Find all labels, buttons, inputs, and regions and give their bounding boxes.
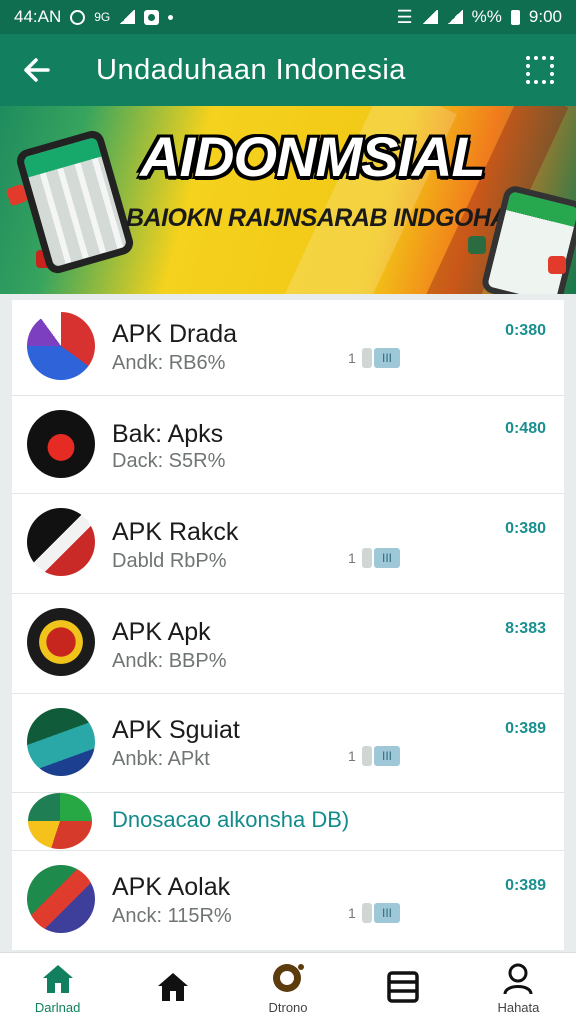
download-count: 1 [348,748,356,764]
app-size: 0:480 [505,420,546,437]
app-size: 0:389 [505,877,546,894]
phone-illustration [14,128,136,276]
download-count: 1 [348,905,356,921]
app-name: Bak: Apks [112,420,224,448]
app-subtitle: Anbk: APkt [112,748,210,770]
app-drada-icon [27,312,95,380]
wifi-icon: ☰ [396,6,413,27]
promo-banner[interactable]: AIDONMSIAL BAIOKN RAIJNSARAB INDGOHAI [0,106,576,294]
download-badge: III [374,348,400,368]
battery-icon [510,9,520,25]
app-subtitle: Dabld RbP% [112,550,227,572]
battery-text: %% [471,7,502,26]
app-bak-icon [27,410,95,478]
store-icon [157,972,188,1001]
app-name: APK Aolak [112,873,231,901]
app-size: 0:389 [505,720,546,737]
app-bar: Undaduhaan Indonesia [0,34,576,106]
banner-subtitle: BAIOKN RAIJNSARAB INDGOHAI [126,204,515,232]
app-sguiat-icon [27,708,95,776]
dot-icon [168,14,174,20]
nav-item-profile[interactable]: Hahata [461,953,576,1024]
app-subtitle: Andk: BBP% [112,650,227,672]
download-icon [362,903,372,923]
promo-link-text: Dnosacao alkonsha DB) [112,807,350,832]
grid-menu-button[interactable] [526,56,554,84]
sticker-icon [548,256,566,274]
back-button[interactable] [0,34,72,106]
chat-icon [273,964,304,992]
app-aolak-icon [27,865,95,933]
app-name: APK Drada [112,320,238,348]
app-list: APK Drada Andk: RB6% 1 III 0:380 Bak: Ap… [12,300,564,950]
download-icon [362,548,372,568]
profile-icon [503,963,533,995]
alarm-icon [70,9,86,25]
list-item[interactable]: APK Apk Andk: BBP% 8:383 [12,594,564,694]
download-icon [362,746,372,766]
promo-list-item[interactable]: Dnosacao alkonsha DB) [12,793,564,851]
list-item[interactable]: APK Rakck Dabld RbP% 1 III 0:380 [12,494,564,594]
list-item[interactable]: APK Aolak Anck: 115R% 1 III 0:389 [12,851,564,950]
nav-label-home: Darlnad [34,1000,81,1015]
camera-notification-icon [144,9,160,25]
nav-label-profile: Hahata [497,1000,540,1015]
download-count: 1 [348,350,356,366]
nav-item-store[interactable] [115,953,230,1024]
download-badge: III [374,746,400,766]
app-name: APK Apk [112,618,211,646]
home-icon [42,965,73,993]
app-size: 0:380 [505,520,546,537]
banner-headline: AIDONMSIAL [140,125,486,188]
download-count: 1 [348,550,356,566]
bottom-navigation: Darlnad Dtrono Hahata [0,952,576,1024]
app-subtitle: Dack: S5R% [112,450,226,472]
nav-label-chat: Dtrono [268,1000,308,1015]
status-time-right: 9:00 [528,7,562,26]
sticker-icon [468,236,486,254]
list-item[interactable]: Bak: Apks Dack: S5R% 0:480 [12,396,564,494]
app-subtitle: Anck: 115R% [112,905,232,927]
nav-item-chat[interactable]: Dtrono [230,953,345,1024]
nav-item-home[interactable]: Darlnad [0,953,115,1024]
back-arrow-icon [24,58,50,82]
list-icon [387,970,419,1003]
cell-signal-2-icon [446,10,463,24]
promo-app-icon [28,793,92,849]
list-item[interactable]: APK Sguiat Anbk: APkt 1 III 0:389 [12,694,564,793]
status-time-left: 44:AN [14,7,62,26]
download-icon [362,348,372,368]
app-size: 8:383 [505,620,546,637]
app-subtitle: Andk: RB6% [112,352,226,374]
cell-signal-icon [421,10,438,24]
app-size: 0:380 [505,322,546,339]
app-name: APK Sguiat [112,716,240,744]
list-item[interactable]: APK Drada Andk: RB6% 1 III 0:380 [12,300,564,396]
signal-icon [119,10,136,24]
download-badge: III [374,548,400,568]
carrier-label: 9G [94,10,111,24]
app-name: APK Rakck [112,518,239,546]
app-rakck-icon [27,508,95,576]
page-title: Undaduhaan Indonesia [96,53,406,86]
app-apk-icon [27,608,95,676]
download-badge: III [374,903,400,923]
nav-item-list[interactable] [346,953,461,1024]
status-bar: 44:AN 9G ☰ %% 9:00 [0,0,576,34]
